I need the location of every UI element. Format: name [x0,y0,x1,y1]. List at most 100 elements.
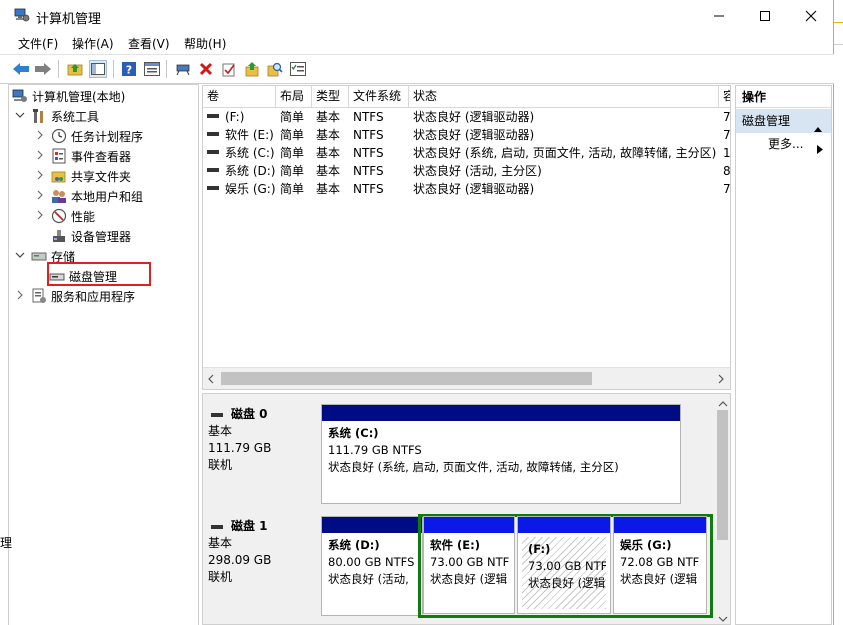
horizontal-scrollbar[interactable] [203,367,730,389]
chevron-right-icon[interactable] [34,210,46,223]
show-hide-tree-icon[interactable] [89,60,107,78]
tree-item-performance[interactable]: 性能 [34,207,95,225]
chevron-down-icon[interactable] [14,250,26,263]
cell-layout-text: 简单 [280,128,305,142]
column-header-type[interactable]: 类型 [312,86,349,107]
cell-type: 基本 [312,108,349,126]
partition-d[interactable]: 系统 (D:) 80.00 GB NTFS 状态良好 (活动, [321,516,423,616]
toolbar-separator [113,60,114,78]
storage-icon [31,248,47,264]
close-button[interactable] [788,0,834,32]
cell-status-text: 状态良好 (逻辑驱动器) [413,182,535,196]
cell-capacity: 7 [719,180,730,198]
list-icon[interactable] [289,60,307,78]
cell-capacity: 7 [719,126,730,144]
column-header-status[interactable]: 状态 [409,86,719,107]
back-arrow-icon[interactable] [12,60,30,78]
table-row[interactable]: 系统 (C:) 简单 基本 NTFS 状态良好 (系统, 启动, 页面文件, 活动, 故… [203,144,730,162]
tree-item-shared-folders[interactable]: 共享文件夹 [34,167,131,185]
maximize-button[interactable] [742,0,788,32]
menu-action[interactable]: 操作(A) [72,35,114,52]
chevron-right-icon[interactable] [34,130,46,143]
help-icon[interactable]: ? [120,60,138,78]
horizontal-scroll-thumb[interactable] [221,372,592,385]
tree-item-local-users[interactable]: 本地用户和组 [34,187,143,205]
computer-management-window: 计算机管理 文件(F) 操作(A) 查看(V) 帮助(H) ? 计算机管理(本地… [0,0,834,625]
properties-icon[interactable] [143,60,161,78]
tree-item-task-scheduler[interactable]: 任务计划程序 [34,127,143,145]
vertical-scrollbar[interactable] [715,394,730,624]
connect-icon[interactable] [174,60,192,78]
main-pane: 卷 布局 类型 文件系统 状态 容 (F:)简单基本NTFS状态良好 (逻辑驱动… [202,85,731,625]
disk-0-label[interactable]: 磁盘 0 基本 111.79 GB 联机 [208,406,318,474]
cell-layout-text: 简单 [280,164,305,178]
toolbar-separator [166,60,167,78]
actions-more-button[interactable]: 更多... [736,134,831,154]
search-icon[interactable] [266,60,284,78]
scroll-down-icon[interactable] [718,612,728,624]
minimize-button[interactable] [696,0,742,32]
export-icon[interactable] [243,60,261,78]
column-header-capacity[interactable]: 容 [719,86,730,107]
column-header-volume[interactable]: 卷 [203,86,276,107]
computer-management-icon [12,88,28,104]
chevron-down-icon[interactable] [14,110,26,123]
scroll-up-icon[interactable] [718,397,728,411]
tree-item-device-manager[interactable]: 设备管理器 [46,227,131,245]
chevron-right-icon[interactable] [34,150,46,163]
cell-status-text: 状态良好 (逻辑驱动器) [413,128,535,142]
chevron-right-icon[interactable] [14,290,26,303]
tree-item-root[interactable]: 计算机管理(本地) [12,87,125,105]
disk-icon [211,524,223,529]
delete-icon[interactable] [197,60,215,78]
partition-c[interactable]: 系统 (C:) 111.79 GB NTFS 状态良好 (系统, 启动, 页面文… [321,404,681,504]
partition-f[interactable]: (F:) 73.00 GB NTF 状态良好 (逻辑 [517,516,611,614]
menu-file[interactable]: 文件(F) [18,35,58,52]
tree-label: 共享文件夹 [71,169,132,184]
up-folder-icon[interactable] [66,60,84,78]
actions-pane: 操作 磁盘管理 更多... [735,85,832,625]
tree-label: 性能 [71,209,96,224]
partition-e[interactable]: 软件 (E:) 73.00 GB NTF 状态良好 (逻辑 [423,516,515,614]
partition-g[interactable]: 娱乐 (G:) 72.08 GB NTF 状态良好 (逻辑 [613,516,707,614]
chevron-right-icon[interactable] [34,190,46,203]
services-icon [31,288,47,304]
cell-type-text: 基本 [316,182,341,196]
forward-arrow-icon[interactable] [34,60,52,78]
tree-item-services-apps[interactable]: 服务和应用程序 [14,287,135,305]
vertical-scroll-thumb[interactable] [717,410,728,540]
cell-capacity-text: 7 [723,128,730,142]
column-header-filesystem[interactable]: 文件系统 [349,86,409,107]
cell-capacity: 7 [719,108,730,126]
disk-1-label[interactable]: 磁盘 1 基本 298.09 GB 联机 [208,518,318,586]
scroll-left-icon[interactable] [207,373,215,387]
partition-name: 娱乐 (G:) [620,538,672,552]
tree-item-system-tools[interactable]: 系统工具 [14,107,99,125]
check-icon[interactable] [220,60,238,78]
cell-volume-text: 娱乐 (G:) [225,182,276,196]
primary-partition-bar [322,405,680,421]
tree-label: 设备管理器 [71,229,132,244]
scroll-right-icon[interactable] [717,373,725,387]
table-row[interactable]: 软件 (E:) 简单 基本 NTFS 状态良好 (逻辑驱动器) 7 [203,126,730,144]
cell-volume-text: (F:) [225,110,245,124]
cell-type: 基本 [312,126,349,144]
tree-label: 系统工具 [51,109,100,124]
menu-bar: 文件(F) 操作(A) 查看(V) 帮助(H) [0,32,834,54]
tree-item-event-viewer[interactable]: 事件查看器 [34,147,131,165]
actions-section-disk-management[interactable]: 磁盘管理 [736,109,831,133]
menu-help[interactable]: 帮助(H) [184,35,226,52]
cell-layout-text: 简单 [280,182,305,196]
column-header-layout[interactable]: 布局 [276,86,312,107]
menu-view[interactable]: 查看(V) [128,35,170,52]
cell-type: 基本 [312,144,349,162]
table-row[interactable]: 系统 (D:) 简单 基本 NTFS 状态良好 (活动, 主分区) 8 [203,162,730,180]
table-row[interactable]: (F:) 简单 基本 NTFS 状态良好 (逻辑驱动器) 7 [203,108,730,126]
cell-filesystem: NTFS [349,162,409,180]
disk-type: 基本 [208,536,233,550]
chevron-right-icon[interactable] [34,170,46,183]
table-row[interactable]: 娱乐 (G:) 简单 基本 NTFS 状态良好 (逻辑驱动器) 7 [203,180,730,198]
cell-filesystem-text: NTFS [353,110,384,124]
maximize-icon [760,11,770,21]
partition-status: 状态良好 (活动, [328,572,409,586]
